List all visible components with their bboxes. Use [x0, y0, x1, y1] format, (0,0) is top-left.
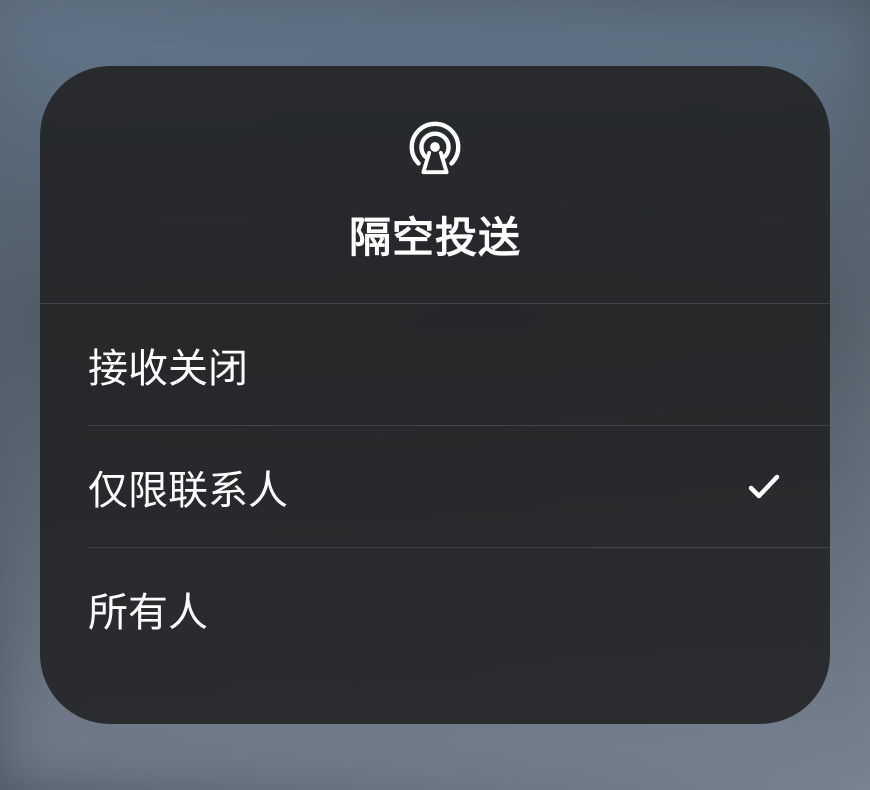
options-list: 接收关闭 仅限联系人 所有人 [40, 304, 830, 724]
option-receiving-off[interactable]: 接收关闭 [40, 304, 830, 426]
panel-header: 隔空投送 [40, 66, 830, 304]
option-contacts-only[interactable]: 仅限联系人 [40, 426, 830, 548]
option-label: 仅限联系人 [88, 458, 288, 516]
airdrop-icon [404, 116, 466, 178]
option-label: 接收关闭 [88, 336, 248, 394]
airdrop-settings-panel: 隔空投送 接收关闭 仅限联系人 所有人 [40, 66, 830, 724]
option-label: 所有人 [88, 580, 208, 638]
checkmark-icon [746, 469, 782, 505]
option-everyone[interactable]: 所有人 [40, 548, 830, 670]
panel-title: 隔空投送 [349, 204, 521, 265]
